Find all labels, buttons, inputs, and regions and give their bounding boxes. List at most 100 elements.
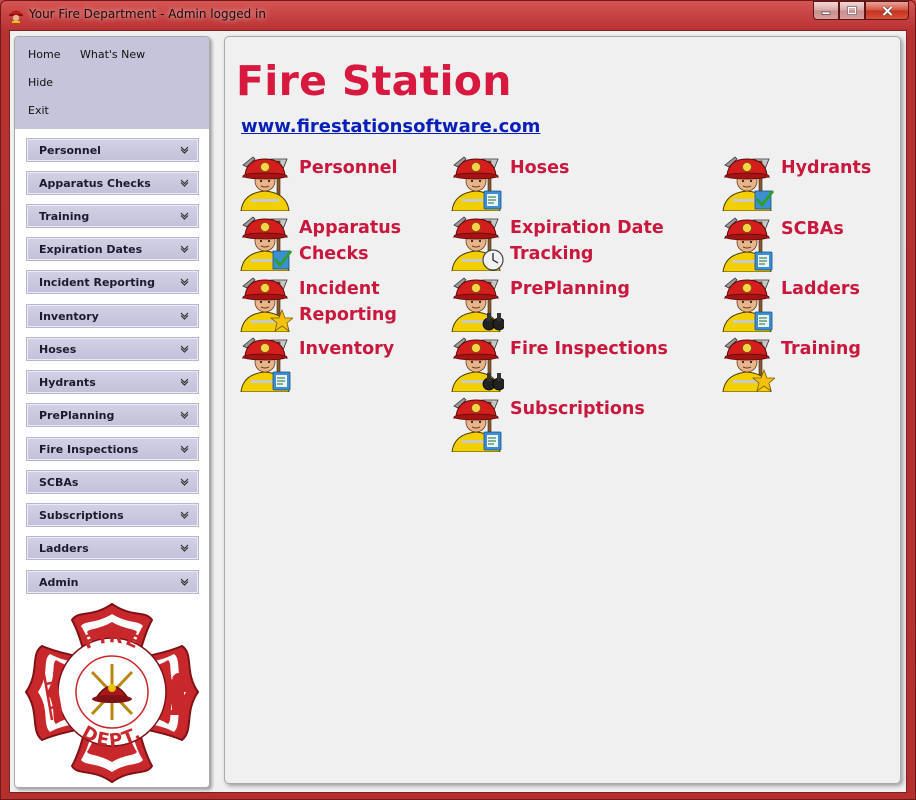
firefighter-binoculars-icon bbox=[448, 276, 506, 333]
sidebar-item-training[interactable]: Training bbox=[27, 205, 198, 227]
fire-dept-logo: FIRE DEPT. bbox=[22, 602, 202, 784]
tile-label: Hydrants bbox=[781, 158, 872, 178]
firefighter-clipboard-icon bbox=[719, 216, 775, 273]
sidebar-item-inventory[interactable]: Inventory bbox=[27, 305, 198, 327]
chevron-down-icon bbox=[180, 146, 189, 154]
chevron-down-icon bbox=[180, 278, 189, 286]
sidebar-item-admin[interactable]: Admin bbox=[27, 571, 198, 593]
sidebar-item-label: PrePlanning bbox=[39, 409, 115, 422]
tile-label: PrePlanning bbox=[510, 279, 630, 299]
tile-hydrants[interactable]: Hydrants bbox=[719, 155, 916, 213]
tile-label: Inventory bbox=[299, 339, 395, 359]
chevron-down-icon bbox=[180, 445, 189, 453]
tile-label: Apparatus Checks bbox=[299, 218, 402, 264]
sidebar-item-scbas[interactable]: SCBAs bbox=[27, 471, 198, 493]
firefighter-binoculars-icon bbox=[448, 336, 506, 393]
chevron-down-icon bbox=[180, 212, 189, 220]
sidebar-item-label: Training bbox=[39, 210, 90, 223]
tile-ladders[interactable]: Ladders bbox=[719, 276, 916, 334]
sidebar-item-label: SCBAs bbox=[39, 476, 79, 489]
whats-new-link[interactable]: What's New bbox=[80, 48, 145, 61]
sidebar-item-label: Fire Inspections bbox=[39, 443, 139, 456]
tile-label: Training bbox=[781, 339, 861, 359]
sidebar-item-apparatus-checks[interactable]: Apparatus Checks bbox=[27, 172, 198, 194]
app-window: Your Fire Department - Admin logged in H… bbox=[0, 0, 916, 800]
firefighter-app-icon bbox=[9, 10, 23, 23]
sidebar-item-label: Apparatus Checks bbox=[39, 177, 151, 190]
client-area: Home What's New Hide Exit Personnel Appa… bbox=[9, 30, 907, 793]
firefighter-clock-icon bbox=[448, 215, 504, 272]
main-panel: Fire Station www.firestationsoftware.com… bbox=[224, 36, 901, 784]
tile-hoses[interactable]: Hoses bbox=[448, 155, 678, 213]
firefighter-clipboard-icon bbox=[448, 155, 504, 212]
tile-training[interactable]: Training bbox=[719, 336, 916, 394]
sidebar-item-personnel[interactable]: Personnel bbox=[27, 139, 198, 161]
sidebar-item-subscriptions[interactable]: Subscriptions bbox=[27, 504, 198, 526]
chevron-down-icon bbox=[180, 179, 189, 187]
sidebar-item-hoses[interactable]: Hoses bbox=[27, 338, 198, 360]
sidebar-item-label: Admin bbox=[39, 576, 79, 589]
firefighter-clipboard-icon bbox=[237, 336, 293, 393]
tile-label: Subscriptions bbox=[510, 399, 645, 419]
tile-subscriptions[interactable]: Subscriptions bbox=[448, 396, 678, 454]
tile-fire-inspections[interactable]: Fire Inspections bbox=[448, 336, 678, 394]
minimize-icon bbox=[821, 11, 831, 15]
maximize-button[interactable] bbox=[839, 1, 865, 20]
chevron-down-icon bbox=[180, 478, 189, 486]
chevron-down-icon bbox=[180, 511, 189, 519]
firefighter-check-icon bbox=[719, 155, 775, 212]
sidebar-item-hydrants[interactable]: Hydrants bbox=[27, 371, 198, 393]
chevron-down-icon bbox=[180, 411, 189, 419]
sidebar-item-label: Hydrants bbox=[39, 376, 96, 389]
firefighter-clipboard-icon bbox=[719, 276, 775, 333]
sidebar-item-label: Expiration Dates bbox=[39, 243, 143, 256]
sidebar-item-fire-inspections[interactable]: Fire Inspections bbox=[27, 438, 198, 460]
sidebar-header: Home What's New Hide Exit bbox=[15, 37, 209, 129]
hide-link[interactable]: Hide bbox=[28, 76, 53, 89]
firefighter-star-icon bbox=[237, 276, 295, 333]
firefighter-clipboard-icon bbox=[448, 396, 504, 453]
page-title: Fire Station bbox=[236, 57, 512, 105]
tile-apparatus-checks[interactable]: Apparatus Checks bbox=[237, 215, 467, 273]
tile-expiration-date-tracking[interactable]: Expiration Date Tracking bbox=[448, 215, 678, 273]
close-button[interactable] bbox=[865, 1, 909, 20]
close-icon bbox=[881, 5, 893, 16]
tile-label: Ladders bbox=[781, 279, 860, 299]
tile-label: Hoses bbox=[510, 158, 570, 178]
chevron-down-icon bbox=[180, 578, 189, 586]
tile-label: Fire Inspections bbox=[510, 339, 668, 359]
sidebar-item-ladders[interactable]: Ladders bbox=[27, 537, 198, 559]
chevron-down-icon bbox=[180, 378, 189, 386]
chevron-down-icon bbox=[180, 345, 189, 353]
sidebar-item-preplanning[interactable]: PrePlanning bbox=[27, 404, 198, 426]
tile-label: Incident Reporting bbox=[299, 279, 397, 325]
tile-preplanning[interactable]: PrePlanning bbox=[448, 276, 678, 334]
maximize-icon bbox=[847, 6, 857, 15]
firefighter-icon bbox=[237, 155, 293, 212]
tile-label: Expiration Date Tracking bbox=[510, 218, 664, 264]
title-bar[interactable]: Your Fire Department - Admin logged in bbox=[1, 1, 915, 29]
minimize-button[interactable] bbox=[813, 1, 839, 20]
sidebar-item-label: Subscriptions bbox=[39, 509, 124, 522]
caption-buttons bbox=[813, 1, 909, 21]
sidebar-item-expiration-dates[interactable]: Expiration Dates bbox=[27, 238, 198, 260]
tile-inventory[interactable]: Inventory bbox=[237, 336, 467, 394]
sidebar-item-incident-reporting[interactable]: Incident Reporting bbox=[27, 271, 198, 293]
chevron-down-icon bbox=[180, 245, 189, 253]
window-title: Your Fire Department - Admin logged in bbox=[29, 7, 266, 21]
sidebar: Home What's New Hide Exit Personnel Appa… bbox=[14, 36, 210, 788]
maltese-cross-icon: FIRE DEPT. bbox=[24, 602, 200, 784]
firefighter-check-icon bbox=[237, 215, 293, 272]
chevron-down-icon bbox=[180, 544, 189, 552]
sidebar-item-label: Hoses bbox=[39, 343, 77, 356]
home-link[interactable]: Home bbox=[28, 48, 60, 61]
sidebar-item-label: Inventory bbox=[39, 310, 99, 323]
tile-scbas[interactable]: SCBAs bbox=[719, 216, 916, 274]
website-link[interactable]: www.firestationsoftware.com bbox=[241, 116, 540, 137]
tile-incident-reporting[interactable]: Incident Reporting bbox=[237, 276, 467, 334]
tile-personnel[interactable]: Personnel bbox=[237, 155, 467, 213]
exit-link[interactable]: Exit bbox=[28, 104, 49, 117]
tile-label: Personnel bbox=[299, 158, 398, 178]
sidebar-item-label: Personnel bbox=[39, 144, 101, 157]
sidebar-item-label: Incident Reporting bbox=[39, 276, 155, 289]
